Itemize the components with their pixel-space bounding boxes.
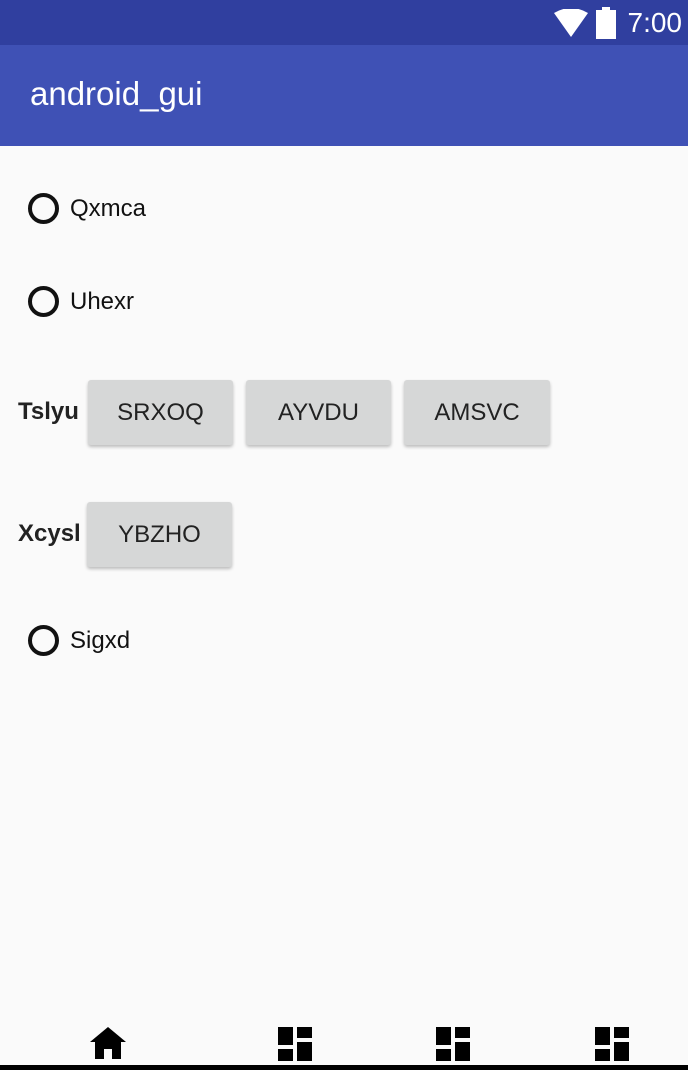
wifi-icon <box>553 8 588 37</box>
radio-circle[interactable] <box>28 286 59 317</box>
app-title: android_gui <box>30 75 203 112</box>
button-amsvc[interactable]: AMSVC <box>404 380 550 445</box>
button-ybzho[interactable]: YBZHO <box>87 502 232 567</box>
status-time: 7:00 <box>627 6 683 38</box>
radio-label: Sigxd <box>70 626 131 654</box>
radio-circle[interactable] <box>28 193 59 224</box>
dashboard-icon <box>595 1027 629 1061</box>
button-srxoq[interactable]: SRXOQ <box>88 380 233 445</box>
nav-dashboard-1[interactable] <box>278 1027 312 1066</box>
nav-dashboard-3[interactable] <box>595 1027 629 1066</box>
radio-qxmca[interactable]: Qxmca <box>28 193 146 224</box>
battery-icon <box>595 6 616 39</box>
app-bar: android_gui <box>0 45 688 146</box>
radio-label: Qxmca <box>70 194 147 222</box>
group-label-xcysl: Xcysl <box>18 520 81 547</box>
group-label-tslyu: Tslyu <box>18 398 79 425</box>
status-icons: 7:00 <box>553 0 683 45</box>
dashboard-icon <box>278 1027 312 1061</box>
bottom-divider <box>0 1065 688 1070</box>
radio-label: Uhexr <box>70 287 135 315</box>
dashboard-icon <box>436 1027 470 1061</box>
radio-sigxd[interactable]: Sigxd <box>28 625 130 656</box>
home-icon <box>90 1027 126 1059</box>
button-ayvdu[interactable]: AYVDU <box>246 380 391 445</box>
bottom-nav <box>0 1012 688 1070</box>
nav-home[interactable] <box>90 1027 126 1064</box>
radio-circle[interactable] <box>28 625 59 656</box>
radio-uhexr[interactable]: Uhexr <box>28 286 134 317</box>
status-bar: 7:00 <box>0 0 688 45</box>
nav-dashboard-2[interactable] <box>436 1027 470 1066</box>
